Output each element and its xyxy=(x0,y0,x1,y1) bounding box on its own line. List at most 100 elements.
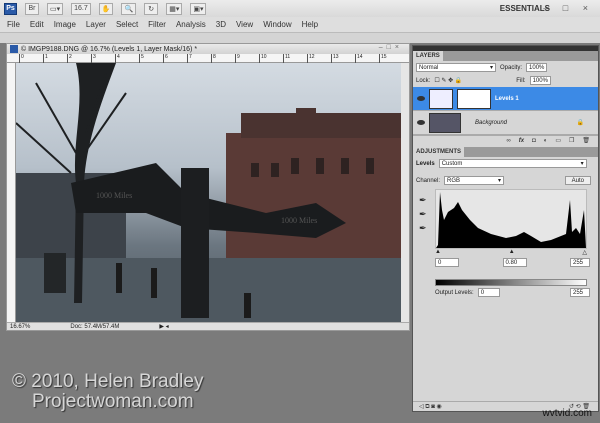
menu-bar: File Edit Image Layer Select Filter Anal… xyxy=(0,17,600,33)
sign-text-right: 1000 Miles xyxy=(281,216,317,225)
document-window: © IMGP9188.DNG @ 16.7% (Levels 1, Layer … xyxy=(6,43,410,331)
layer-name[interactable]: Background xyxy=(475,120,507,126)
ruler-tick: 4 xyxy=(115,54,139,63)
layer-row-levels[interactable]: Levels 1 xyxy=(413,87,598,111)
zoom-level-dropdown[interactable]: 16.7 xyxy=(71,2,91,15)
sign-text-left: 1000 Miles xyxy=(96,191,132,200)
document-icon xyxy=(10,45,18,53)
zoom-readout[interactable]: 16.67% xyxy=(10,324,30,330)
document-window-controls[interactable]: –□× xyxy=(379,44,403,51)
lock-label: Lock: xyxy=(416,77,431,84)
lock-icons[interactable]: ☐ ✎ ✥ 🔒 xyxy=(434,77,462,84)
eyedropper-tools[interactable]: ✒ ✒ ✒ xyxy=(419,193,427,235)
zoom-tool-icon[interactable]: 🔍 xyxy=(121,2,137,15)
channel-label: Channel: xyxy=(416,177,441,184)
input-white[interactable]: 255 xyxy=(570,258,590,267)
screen-mode-button[interactable]: ▣▾ xyxy=(190,2,207,15)
channel-select[interactable]: RGB ▾ xyxy=(444,176,505,185)
ruler-tick: 10 xyxy=(259,54,283,63)
menu-analysis[interactable]: Analysis xyxy=(176,20,206,29)
opacity-label: Opacity: xyxy=(500,64,523,71)
vertical-scrollbar[interactable] xyxy=(401,63,409,324)
fx-icon[interactable]: fx xyxy=(519,138,524,144)
trash-icon[interactable]: 🗑 xyxy=(582,137,590,144)
fill-label: Fill: xyxy=(516,77,526,84)
ruler-tick: 7 xyxy=(187,54,211,63)
panel-dock: LAYERS Normal ▾ Opacity: 100% Lock: ☐ ✎ ✥… xyxy=(412,45,599,412)
levels-adjustment-icon xyxy=(429,88,453,109)
window-controls[interactable]: – □ × xyxy=(543,3,594,13)
arrange-documents-button[interactable]: ▦▾ xyxy=(166,2,183,15)
canvas-photo[interactable]: 1000 Miles 1000 Miles xyxy=(16,63,401,324)
ruler-tick: 9 xyxy=(235,54,259,63)
menu-layer[interactable]: Layer xyxy=(86,20,106,29)
group-icon[interactable]: ▭ xyxy=(555,137,561,144)
ruler-tick: 2 xyxy=(67,54,91,63)
menu-file[interactable]: File xyxy=(7,20,20,29)
layer-row-background[interactable]: Background 🔒 xyxy=(413,111,598,135)
status-bar: 16.67% Doc: 57.4M/57.4M ▶ ◂ xyxy=(7,322,409,330)
preset-select[interactable]: Custom ▾ xyxy=(438,159,587,168)
blend-mode-select[interactable]: Normal ▾ xyxy=(416,63,496,72)
preset-value: Custom xyxy=(441,160,463,167)
add-mask-icon[interactable]: ◘ xyxy=(532,138,536,144)
menu-image[interactable]: Image xyxy=(54,20,76,29)
horizontal-ruler[interactable]: 0 1 2 3 4 5 6 7 8 9 10 11 12 13 14 15 xyxy=(7,54,409,63)
rotate-view-icon[interactable]: ↻ xyxy=(144,2,159,15)
menu-filter[interactable]: Filter xyxy=(148,20,166,29)
output-white[interactable]: 255 xyxy=(570,288,590,297)
ruler-tick: 12 xyxy=(307,54,331,63)
menu-view[interactable]: View xyxy=(236,20,253,29)
ruler-tick: 1 xyxy=(43,54,67,63)
menu-window[interactable]: Window xyxy=(263,20,291,29)
blend-mode-value: Normal xyxy=(419,64,439,71)
tab-layers[interactable]: LAYERS xyxy=(413,51,443,61)
hand-tool-icon[interactable]: ✋ xyxy=(98,2,114,15)
opacity-input[interactable]: 100% xyxy=(526,63,548,72)
application-bar: Ps Br ▭▾ 16.7 ✋ 🔍 ↻ ▦▾ ▣▾ ESSENTIALS – □… xyxy=(0,0,600,17)
output-gradient[interactable] xyxy=(435,279,587,286)
histogram xyxy=(435,189,587,249)
view-extras-button[interactable]: ▭▾ xyxy=(47,2,64,15)
background-thumbnail xyxy=(429,112,461,133)
ruler-tick: 0 xyxy=(19,54,43,63)
corner-watermark: wvtvid.com xyxy=(542,408,592,419)
auto-button[interactable]: Auto xyxy=(564,176,591,185)
tab-adjustments[interactable]: ADJUSTMENTS xyxy=(413,147,465,157)
document-title-bar[interactable]: © IMGP9188.DNG @ 16.7% (Levels 1, Layer … xyxy=(7,44,409,54)
menu-select[interactable]: Select xyxy=(116,20,138,29)
ruler-tick: 14 xyxy=(355,54,379,63)
lock-icon: 🔒 xyxy=(576,120,584,126)
input-sliders[interactable]: ▲ ▲ △ xyxy=(435,249,587,256)
menu-edit[interactable]: Edit xyxy=(30,20,44,29)
vertical-ruler[interactable] xyxy=(7,63,16,324)
options-bar xyxy=(0,33,600,43)
menu-help[interactable]: Help xyxy=(302,20,318,29)
copyright-watermark: © 2010, Helen Bradley Projectwoman.com xyxy=(12,372,203,412)
output-levels-label: Output Levels: xyxy=(435,289,474,296)
ruler-tick: 15 xyxy=(379,54,403,63)
histogram-graph xyxy=(436,192,586,248)
ruler-tick: 11 xyxy=(283,54,307,63)
document-title: © IMGP9188.DNG @ 16.7% (Levels 1, Layer … xyxy=(21,45,198,53)
status-menu-arrow[interactable]: ▶ ◂ xyxy=(159,323,168,330)
input-black[interactable]: 0 xyxy=(435,258,459,267)
bridge-button[interactable]: Br xyxy=(25,2,39,15)
street-scene-image: 1000 Miles 1000 Miles xyxy=(16,63,401,324)
output-black[interactable]: 0 xyxy=(477,288,500,297)
fill-input[interactable]: 100% xyxy=(529,76,551,85)
eye-icon[interactable] xyxy=(417,120,425,125)
photoshop-logo: Ps xyxy=(4,2,17,15)
return-to-list-icon[interactable]: ◁ ⧉ ◙ ◉ xyxy=(419,403,442,411)
layer-name[interactable]: Levels 1 xyxy=(495,96,519,102)
watermark-line-2: Projectwoman.com xyxy=(32,391,194,412)
menu-3d[interactable]: 3D xyxy=(216,20,226,29)
doc-size[interactable]: Doc: 57.4M/57.4M xyxy=(70,324,119,330)
input-gamma[interactable]: 0.80 xyxy=(502,258,527,267)
ruler-tick: 6 xyxy=(163,54,187,63)
layer-mask-thumbnail[interactable] xyxy=(457,88,491,109)
new-layer-icon[interactable]: ❐ xyxy=(569,137,574,144)
adjustment-layer-icon[interactable]: ◐ xyxy=(544,138,548,144)
eye-icon[interactable] xyxy=(417,96,425,101)
link-icon[interactable]: ∞ xyxy=(506,138,510,144)
